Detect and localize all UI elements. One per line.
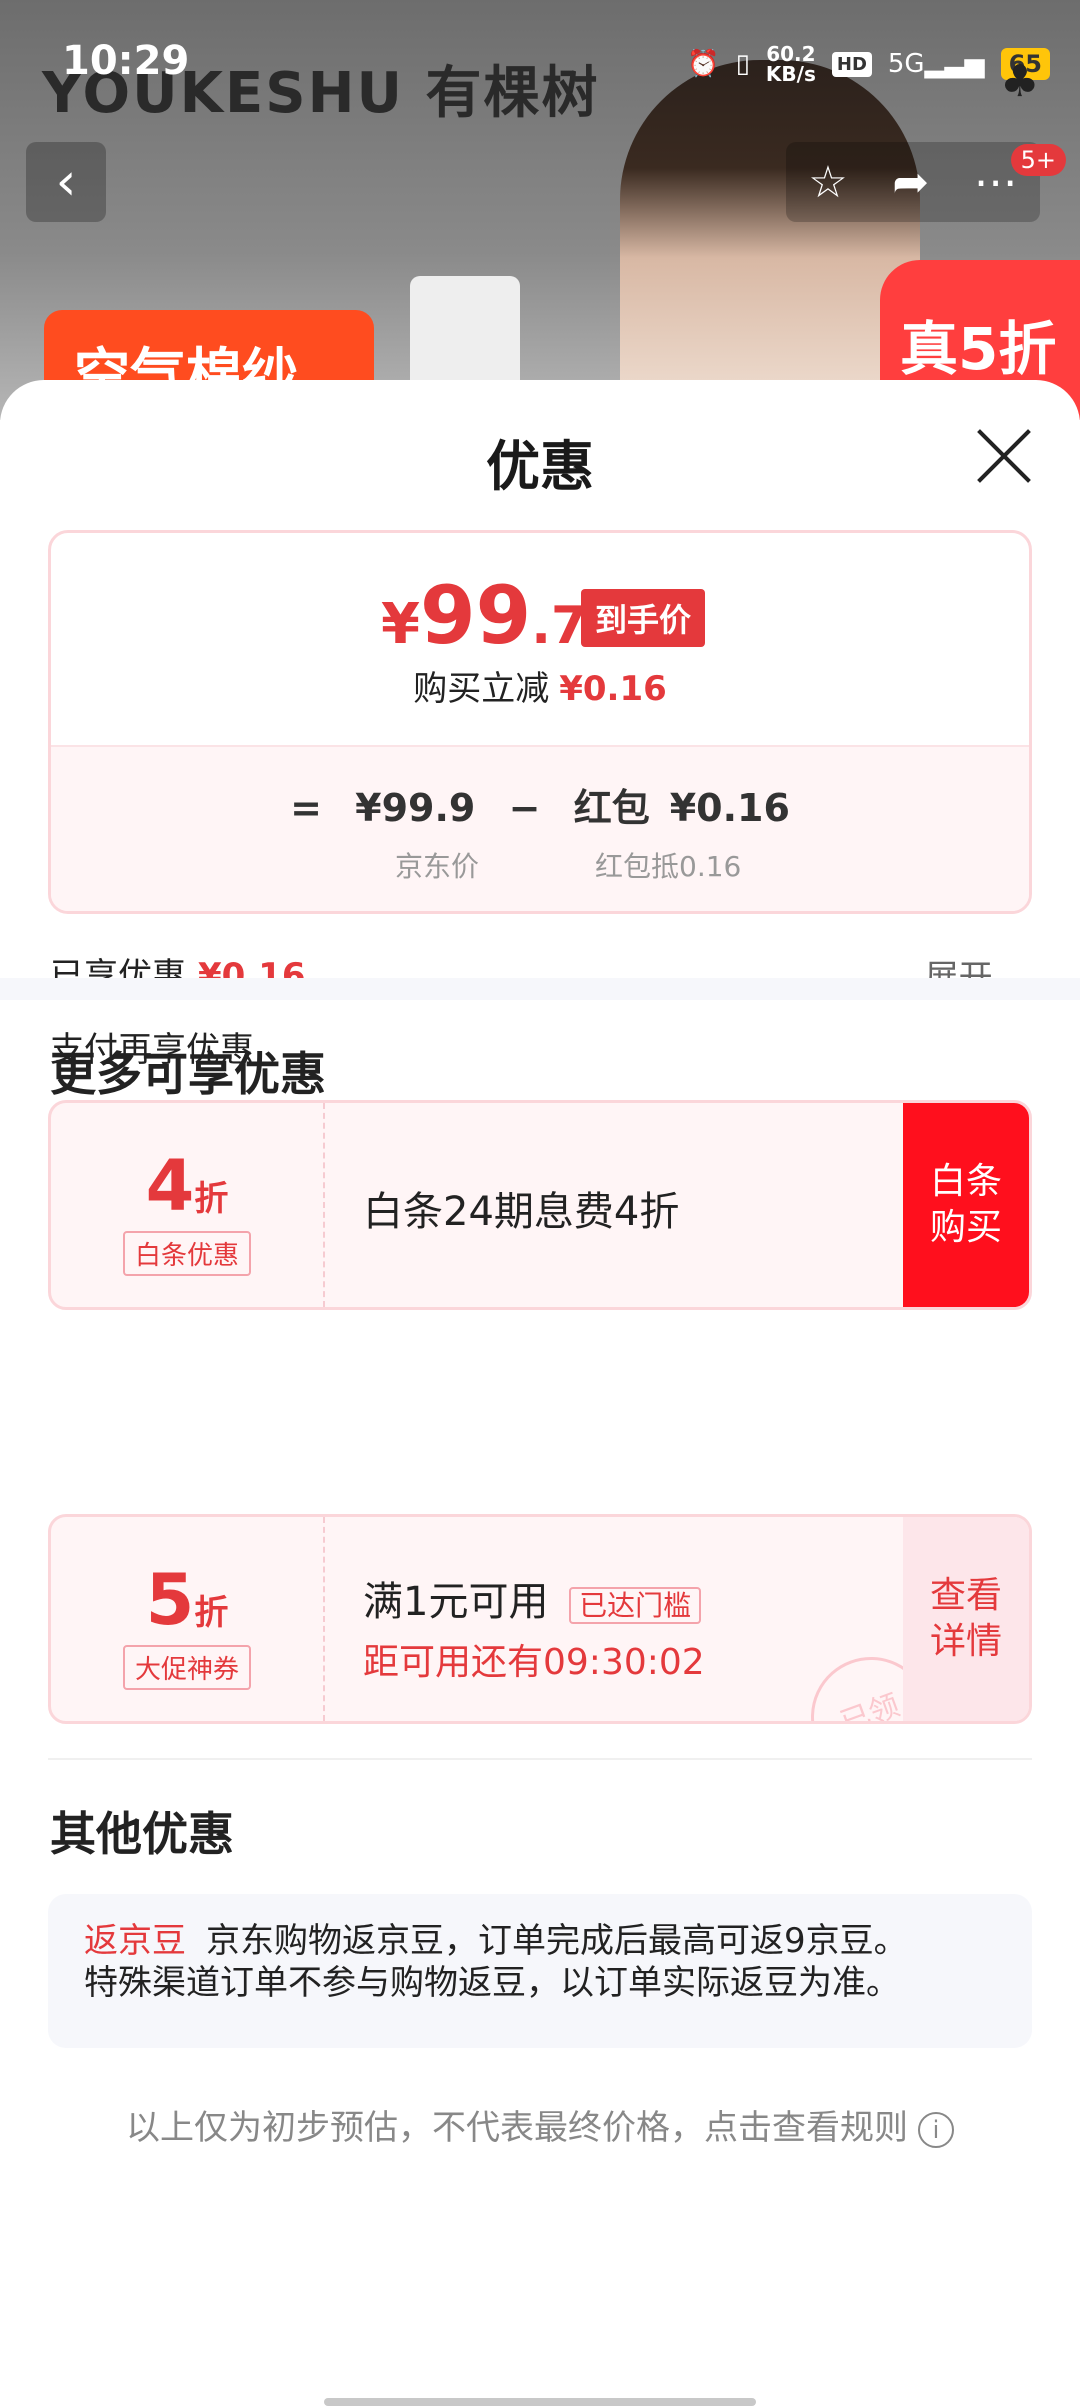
section-divider — [0, 978, 1080, 1000]
reached-badge: 已达门槛 — [569, 1587, 702, 1624]
top-actions: ☆ ➦ ⋯ — [786, 142, 1040, 222]
final-price-tag: 到手价 — [581, 589, 706, 647]
jd-bean-tag: 返京豆 — [84, 1921, 186, 1961]
instant-reduce: 购买立减 ¥0.16 — [51, 661, 1029, 710]
jd-bean-info: 返京豆 京东购物返京豆，订单完成后最高可返9京豆。 特殊渠道订单不参与购物返豆，以… — [48, 1894, 1032, 2048]
reduce-amount: ¥0.16 — [559, 669, 667, 709]
signal-icon: 5G ▂▃▅ — [887, 49, 985, 79]
coupon-tag: 白条优惠 — [122, 1231, 251, 1276]
alarm-icon: ⏰ — [687, 49, 720, 79]
close-icon[interactable] — [972, 424, 1036, 488]
discount-sheet: 优惠 ¥99.74 到手价 购买立减 ¥0.16 = ¥99.9 − 红包 ¥0.1… — [0, 380, 1080, 2408]
other-discounts-title: 其他优惠 — [50, 1807, 234, 1861]
coupon-discount: 5折 — [51, 1559, 323, 1641]
info-icon: i — [918, 2111, 954, 2148]
view-details-button[interactable]: 查看详情 — [903, 1517, 1029, 1721]
hongbao-label: 红包 — [573, 786, 650, 830]
status-icons: ⏰ ▯ 60.2 KB/s HD 5G ▂▃▅ 65 — [687, 44, 1050, 84]
clover-icon: ♣ — [1000, 56, 1040, 107]
price-top: ¥99.74 到手价 购买立减 ¥0.16 — [51, 533, 1029, 745]
coupon-desc: 白条24期息费4折 — [363, 1189, 680, 1235]
coupon-num: 4 — [145, 1145, 195, 1227]
coupon-unit: 折 — [194, 1179, 229, 1219]
coupon-condition: 满1元可用 已达门槛 — [363, 1569, 705, 1627]
coupon-unit: 折 — [194, 1593, 229, 1633]
coupon-left: 4折 白条优惠 — [51, 1103, 325, 1307]
more-discounts-title: 更多可享优惠 — [50, 1047, 326, 1101]
jd-price-label: 京东价 — [395, 850, 480, 883]
jd-price: ¥99.9 — [355, 786, 476, 830]
price-yen: ¥ — [381, 592, 420, 657]
coupon-num: 5 — [145, 1559, 195, 1641]
baitiao-coupon[interactable]: 4折 白条优惠 白条24期息费4折 白条购买 — [48, 1100, 1032, 1310]
jd-bean-line1: 京东购物返京豆，订单完成后最高可返9京豆。 — [206, 1921, 908, 1961]
baitiao-buy-button[interactable]: 白条购买 — [903, 1103, 1029, 1307]
status-time: 10:29 — [62, 38, 190, 84]
message-badge: 5+ — [1010, 144, 1066, 176]
share-icon[interactable]: ➦ — [892, 157, 929, 208]
rules-footnote[interactable]: 以上仅为初步预估，不代表最终价格，点击查看规则 i — [0, 2100, 1080, 2149]
price-card: ¥99.74 到手价 购买立减 ¥0.16 = ¥99.9 − 红包 ¥0.16 京… — [48, 530, 1032, 914]
coupon-countdown: 距可用还有09:30:02 — [363, 1642, 705, 1683]
hongbao-sublabel: 红包抵0.16 — [595, 850, 742, 883]
chevron-left-icon: ‹ — [55, 152, 77, 212]
view-details-label: 查看详情 — [929, 1575, 1002, 1662]
promo-coupon[interactable]: 5折 大促神券 满1元可用 已达门槛 距可用还有09:30:02 已领 查看详情 — [48, 1514, 1032, 1724]
speed-unit: KB/s — [765, 62, 816, 86]
home-indicator[interactable] — [324, 2398, 756, 2406]
divider — [48, 1758, 1032, 1760]
minus-sign: − — [508, 786, 541, 830]
hongbao-amount: ¥0.16 — [669, 786, 790, 830]
coupon-left: 5折 大促神券 — [51, 1517, 325, 1721]
coupon-mid: 满1元可用 已达门槛 距可用还有09:30:02 — [363, 1517, 705, 1721]
jd-bean-line2: 特殊渠道订单不参与购物返豆，以订单实际返豆为准。 — [84, 1963, 900, 2003]
price-int: 99 — [419, 569, 532, 662]
coupon-mid: 白条24期息费4折 — [363, 1103, 679, 1307]
equals-sign: = — [290, 786, 322, 830]
coupon-tag: 大促神券 — [122, 1645, 251, 1690]
reduce-label: 购买立减 — [413, 669, 550, 709]
network-speed: 60.2 KB/s — [766, 44, 816, 84]
back-button[interactable]: ‹ — [26, 142, 106, 222]
network-type: 5G — [887, 49, 925, 79]
status-bar: 10:29 ⏰ ▯ 60.2 KB/s HD 5G ▂▃▅ 65 — [0, 0, 1080, 120]
price-breakdown: = ¥99.9 − 红包 ¥0.16 京东价 红包抵0.16 — [51, 745, 1029, 911]
baitiao-buy-label: 白条购买 — [929, 1161, 1002, 1248]
coupon-discount: 4折 — [51, 1145, 323, 1227]
sheet-title: 优惠 — [486, 435, 594, 498]
vibrate-icon: ▯ — [735, 49, 750, 79]
price-formula: = ¥99.9 − 红包 ¥0.16 — [51, 777, 1029, 832]
coupon-condition-text: 满1元可用 — [363, 1579, 549, 1625]
star-icon[interactable]: ☆ — [808, 157, 847, 208]
hd-icon: HD — [831, 51, 872, 77]
footnote-text: 以上仅为初步预估，不代表最终价格，点击查看规则 — [126, 2108, 908, 2148]
